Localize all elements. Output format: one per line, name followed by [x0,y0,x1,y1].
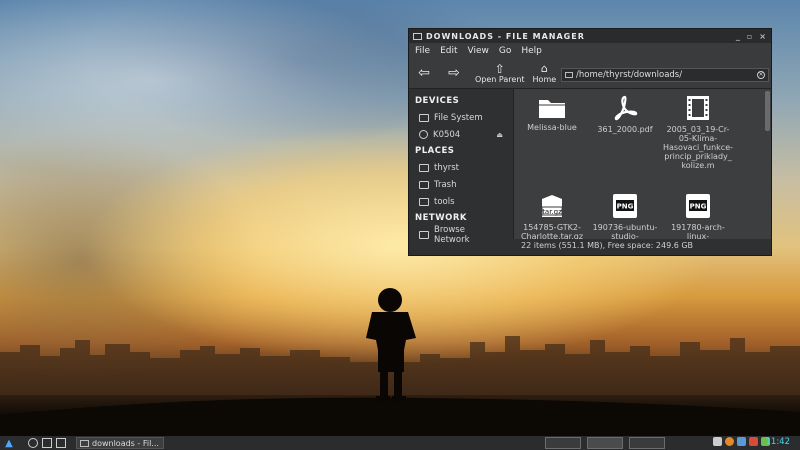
home-button[interactable]: ⌂ Home [532,61,557,84]
file-name: 2005_03_19-Cr-05-Klima-Hasovaci_funkce-p… [662,125,734,170]
sidebar-item-label: tools [434,196,455,207]
close-button[interactable]: × [759,32,767,41]
menu-go[interactable]: Go [499,46,511,56]
sidebar-item-label: Browse Network [434,224,470,245]
file-name: 361_2000.pdf [597,125,653,134]
png-badge: PNG [690,203,707,211]
sidebar-item-trash[interactable]: Trash [409,176,513,193]
file-name: 191780-arch-linux- [671,223,725,239]
folder-icon [419,163,429,172]
tray-icon[interactable] [713,437,722,446]
file-item[interactable]: tar.gz 154785-GTK2-Charlotte.tar.gz [516,193,588,239]
folder-icon [80,439,89,447]
tray-icon[interactable] [737,437,746,446]
file-name: Melissa-blue [527,123,577,132]
sidebar-heading-places: PLACES [415,146,455,156]
pdf-icon [614,95,638,121]
location-path: /home/thyrst/downloads/ [576,70,683,80]
taskbar-task-downloads[interactable]: downloads - Fil... [76,437,164,449]
disc-icon [419,130,428,139]
open-parent-label: Open Parent [475,74,525,84]
forward-arrow-icon[interactable]: ⇨ [445,64,463,82]
window-titlebar[interactable]: DOWNLOADS - FILE MANAGER _ ▫ × [409,29,771,43]
menu-file[interactable]: File [415,46,430,56]
files-icon[interactable] [56,438,66,448]
sidebar-item-tools[interactable]: tools [409,193,513,210]
arch-menu-icon[interactable]: ▲ [4,438,14,449]
task-label: downloads - Fil... [92,438,159,448]
location-bar[interactable]: /home/thyrst/downloads/ × [561,68,769,82]
clear-location-icon[interactable]: × [757,71,765,79]
sidebar-item-thyrst[interactable]: thyrst [409,159,513,176]
archive-badge: tar.gz [542,208,562,216]
file-item[interactable]: PNG 191780-arch-linux- [662,193,734,239]
sidebar-item-label: Trash [434,179,457,190]
sidebar-item-label: File System [434,112,483,123]
file-view[interactable]: Melissa-blue 361_2000.pdf 2005_03_19-Cr-… [513,89,771,239]
system-tray [713,437,770,446]
scrollbar[interactable] [765,91,770,131]
sidebar: DEVICES File System K0504 ⏏ PLACES thyrs… [409,89,513,245]
minimize-button[interactable]: _ [736,32,741,41]
image-icon: PNG [613,194,637,218]
file-item[interactable]: 361_2000.pdf [589,95,661,134]
file-item[interactable]: Melissa-blue [516,97,588,132]
menubar: File Edit View Go Help [409,43,771,58]
sidebar-item-k0504[interactable]: K0504 ⏏ [409,126,513,143]
menu-help[interactable]: Help [521,46,542,56]
menu-edit[interactable]: Edit [440,46,457,56]
archive-icon: tar.gz [541,195,563,217]
folder-icon [539,100,565,118]
maximize-button[interactable]: ▫ [747,32,753,41]
file-name: 154785-GTK2-Charlotte.tar.gz [520,223,584,239]
folder-icon [565,72,573,78]
image-icon: PNG [686,194,710,218]
file-item[interactable]: 2005_03_19-Cr-05-Klima-Hasovaci_funkce-p… [662,95,734,170]
taskbar: ▲ downloads - Fil... 11:42 [0,436,800,450]
folder-icon [419,197,429,206]
eject-icon[interactable]: ⏏ [496,131,503,139]
workspace-1[interactable] [545,437,581,449]
up-arrow-icon: ⇧ [494,61,505,76]
window-title: DOWNLOADS - FILE MANAGER [426,31,585,41]
home-label: Home [532,74,557,84]
sidebar-item-browse-network[interactable]: Browse Network [409,224,513,245]
tray-icon[interactable] [749,437,758,446]
trash-icon [419,180,429,189]
video-icon [687,96,709,120]
file-item[interactable]: PNG 190736-ubuntu-studio- [589,193,661,239]
sidebar-heading-devices: DEVICES [415,96,460,106]
menu-view[interactable]: View [468,46,489,56]
terminal-icon[interactable] [42,438,52,448]
window-icon [413,32,422,40]
home-icon: ⌂ [540,61,548,75]
drive-icon [419,113,429,122]
png-badge: PNG [617,203,634,211]
clock[interactable]: 11:42 [766,437,791,447]
workspace-3[interactable] [629,437,665,449]
workspace-2[interactable] [587,437,623,449]
sidebar-item-file-system[interactable]: File System [409,109,513,126]
back-arrow-icon[interactable]: ⇦ [415,64,433,82]
file-name: 190736-ubuntu-studio- [592,223,658,239]
sidebar-item-label: thyrst [434,162,460,173]
toolbar: ⇦ ⇨ ⇧ Open Parent ⌂ Home /home/thyrst/do… [409,58,771,89]
network-icon [419,230,429,239]
tray-icon[interactable] [725,437,734,446]
sidebar-item-label: K0504 [433,129,461,140]
file-manager-window: DOWNLOADS - FILE MANAGER _ ▫ × File Edit… [408,28,772,256]
open-parent-button[interactable]: ⇧ Open Parent [475,63,525,84]
browser-icon[interactable] [28,438,38,448]
